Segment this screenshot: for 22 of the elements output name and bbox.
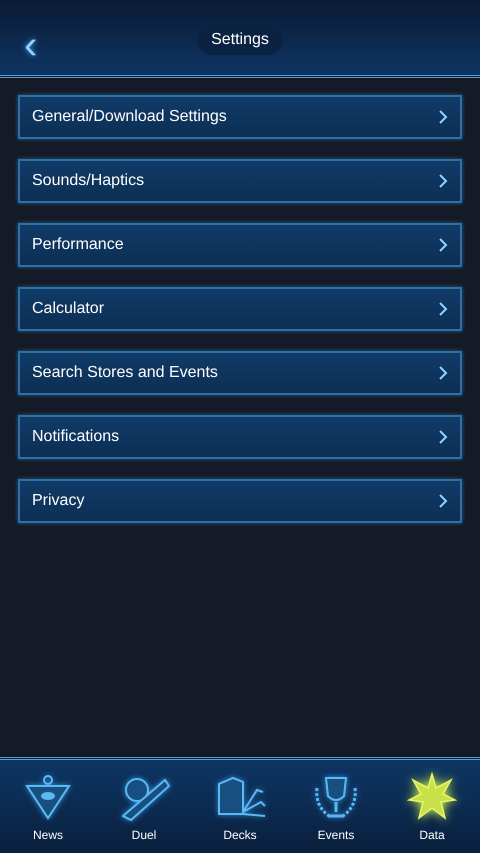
settings-item[interactable]: Notifications xyxy=(18,415,462,459)
nav-tab[interactable]: Decks xyxy=(200,772,280,842)
nav-tab[interactable]: News xyxy=(8,772,88,842)
chevron-icon xyxy=(438,174,448,188)
settings-item[interactable]: General/Download Settings xyxy=(18,95,462,139)
settings-item[interactable]: Performance xyxy=(18,223,462,267)
settings-item[interactable]: Privacy xyxy=(18,479,462,523)
star-icon xyxy=(405,772,459,822)
settings-item[interactable]: Sounds/Haptics xyxy=(18,159,462,203)
chevron-icon xyxy=(438,110,448,124)
chevron-icon xyxy=(438,366,448,380)
chevron-icon xyxy=(438,302,448,316)
chevron-icon xyxy=(438,494,448,508)
back-button[interactable]: ‹ xyxy=(20,30,42,60)
settings-item[interactable]: Search Stores and Events xyxy=(18,351,462,395)
chevron-icon xyxy=(438,430,448,444)
settings-item[interactable]: Calculator xyxy=(18,287,462,331)
screen-title: Settings xyxy=(197,24,283,54)
chevron-icon xyxy=(438,238,448,252)
nav-tab[interactable]: Events xyxy=(296,772,376,842)
nav-tab[interactable]: Data xyxy=(392,772,472,842)
nav-tab[interactable]: Duel xyxy=(104,772,184,842)
